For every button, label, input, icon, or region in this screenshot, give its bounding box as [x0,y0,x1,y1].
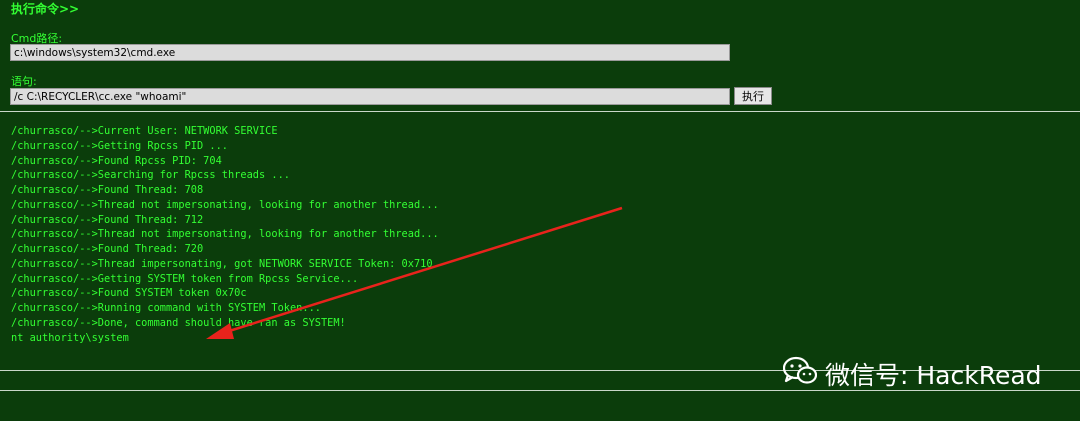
output-line: /churrasco/-->Searching for Rpcss thread… [11,169,290,182]
command-output: /churrasco/-->Current User: NETWORK SERV… [11,124,439,345]
statement-label: 语句: [11,75,37,88]
output-line: /churrasco/-->Running command with SYSTE… [11,302,321,314]
divider-top [0,111,1080,112]
output-line: /churrasco/-->Thread not impersonating, … [11,198,439,211]
execute-button[interactable]: 执行 [734,87,772,105]
output-line: /churrasco/-->Thread impersonating, got … [11,257,433,270]
output-line: /churrasco/-->Found Rpcss PID: 704 [11,154,222,167]
output-line: /churrasco/-->Done, command should have … [11,316,346,329]
output-line: /churrasco/-->Found Thread: 712 [11,213,204,226]
watermark: 微信号: HackRead [782,356,1042,392]
page-title: 执行命令>> [11,2,80,16]
output-line: /churrasco/-->Current User: NETWORK SERV… [11,125,278,137]
output-line: /churrasco/-->Getting Rpcss PID ... [11,139,228,152]
output-line: /churrasco/-->Found SYSTEM token 0x70c [11,287,247,300]
output-line: /churrasco/-->Thread not impersonating, … [11,228,439,241]
output-line: /churrasco/-->Getting SYSTEM token from … [11,272,359,285]
output-line: /churrasco/-->Found Thread: 720 [11,243,204,255]
statement-input[interactable] [10,88,730,105]
watermark-text: 微信号: HackRead [825,361,1042,390]
output-line: /churrasco/-->Found Thread: 708 [11,184,204,196]
output-line: nt authority\system [11,331,129,344]
cmd-path-input[interactable] [10,44,730,61]
wechat-icon [782,356,818,392]
